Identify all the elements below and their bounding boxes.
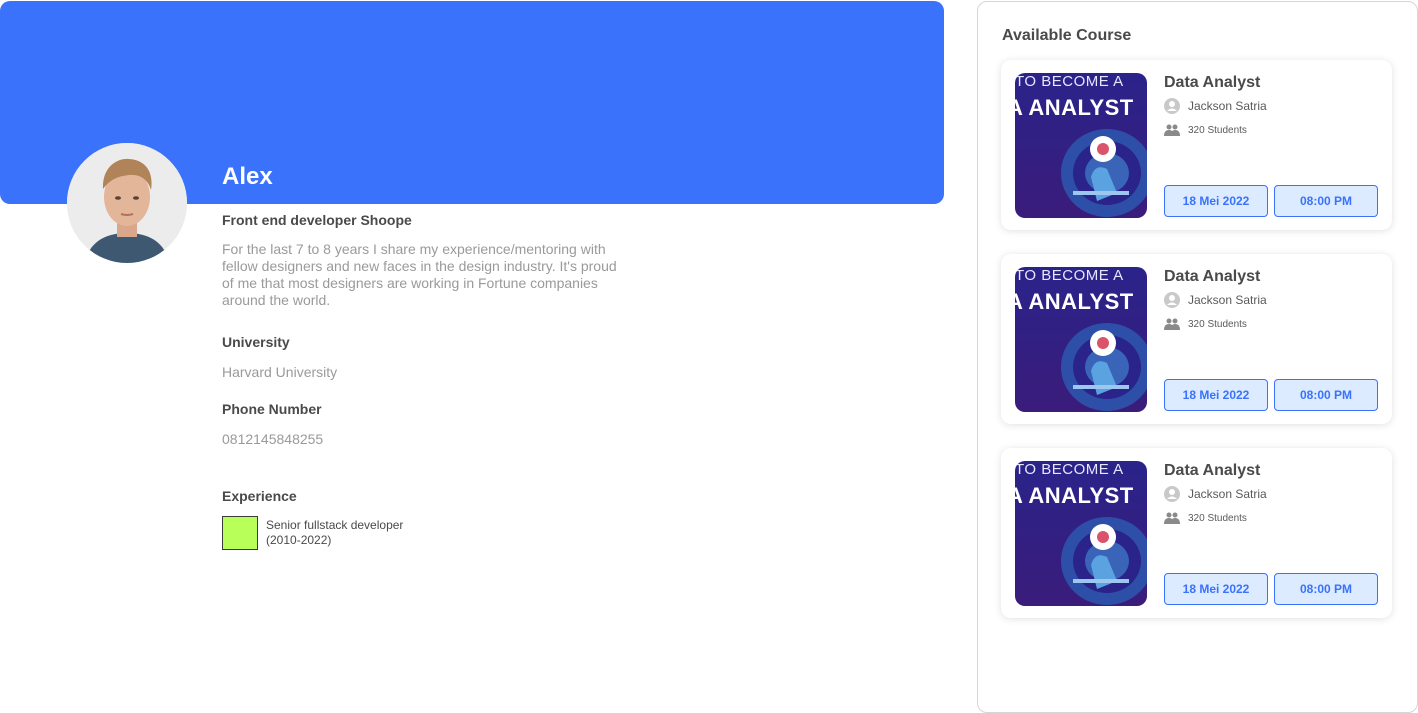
- profile-name: Alex: [222, 163, 273, 190]
- university-label: University: [222, 334, 290, 350]
- thumbnail-caption-main: A ANALYST: [1015, 95, 1134, 120]
- course-card[interactable]: TO BECOME A A ANALYST Data Analyst Jacks…: [1001, 448, 1392, 618]
- course-students: 320 Students: [1164, 512, 1247, 524]
- course-mentor: Jackson Satria: [1164, 98, 1267, 114]
- mentor-name: Jackson Satria: [1188, 293, 1267, 307]
- course-time-button[interactable]: 08:00 PM: [1274, 573, 1378, 605]
- course-date-button[interactable]: 18 Mei 2022: [1164, 185, 1268, 217]
- students-count: 320 Students: [1188, 512, 1247, 524]
- panel-title: Available Course: [1002, 27, 1132, 44]
- course-thumbnail: TO BECOME A A ANALYST: [1015, 267, 1147, 412]
- profile-role: Front end developer Shoope: [222, 212, 412, 228]
- course-time-button[interactable]: 08:00 PM: [1274, 185, 1378, 217]
- course-title: Data Analyst: [1164, 268, 1261, 285]
- course-card[interactable]: TO BECOME A A ANALYST Data Analyst Jacks…: [1001, 254, 1392, 424]
- course-students: 320 Students: [1164, 318, 1247, 330]
- experience-item-period: (2010-2022): [266, 533, 332, 547]
- course-time-button[interactable]: 08:00 PM: [1274, 379, 1378, 411]
- mentor-name: Jackson Satria: [1188, 99, 1267, 113]
- thumbnail-caption-main: A ANALYST: [1015, 483, 1134, 508]
- students-count: 320 Students: [1188, 318, 1247, 330]
- phone-value: 0812145848255: [222, 431, 324, 447]
- thumbnail-caption-main: A ANALYST: [1015, 289, 1134, 314]
- avatar: [67, 143, 187, 263]
- avatar-image: [67, 143, 187, 263]
- course-thumbnail: TO BECOME A A ANALYST: [1015, 461, 1147, 606]
- thumbnail-caption-top: TO BECOME A: [1015, 461, 1124, 478]
- thumbnail-caption-top: TO BECOME A: [1015, 267, 1124, 284]
- course-mentor: Jackson Satria: [1164, 292, 1267, 308]
- course-card[interactable]: TO BECOME A A ANALYST Data Analyst Jacks…: [1001, 60, 1392, 230]
- experience-label: Experience: [222, 488, 297, 504]
- experience-swatch: [222, 516, 258, 550]
- course-date-button[interactable]: 18 Mei 2022: [1164, 573, 1268, 605]
- students-count: 320 Students: [1188, 124, 1247, 136]
- profile-bio: For the last 7 to 8 years I share my exp…: [222, 241, 617, 308]
- course-title: Data Analyst: [1164, 462, 1261, 479]
- phone-label: Phone Number: [222, 401, 322, 417]
- user-circle-icon: [1164, 98, 1180, 114]
- users-icon: [1164, 512, 1180, 524]
- course-thumbnail: TO BECOME A A ANALYST: [1015, 73, 1147, 218]
- users-icon: [1164, 318, 1180, 330]
- available-course-panel: Available Course TO BECOME A A ANALYST D…: [977, 1, 1418, 713]
- user-circle-icon: [1164, 292, 1180, 308]
- users-icon: [1164, 124, 1180, 136]
- course-mentor: Jackson Satria: [1164, 486, 1267, 502]
- university-value: Harvard University: [222, 364, 338, 380]
- experience-item-title: Senior fullstack developer: [266, 518, 404, 532]
- user-circle-icon: [1164, 486, 1180, 502]
- course-title: Data Analyst: [1164, 74, 1261, 91]
- experience-item: Senior fullstack developer (2010-2022): [266, 518, 403, 548]
- mentor-name: Jackson Satria: [1188, 487, 1267, 501]
- thumbnail-caption-top: TO BECOME A: [1015, 73, 1124, 90]
- course-students: 320 Students: [1164, 124, 1247, 136]
- course-date-button[interactable]: 18 Mei 2022: [1164, 379, 1268, 411]
